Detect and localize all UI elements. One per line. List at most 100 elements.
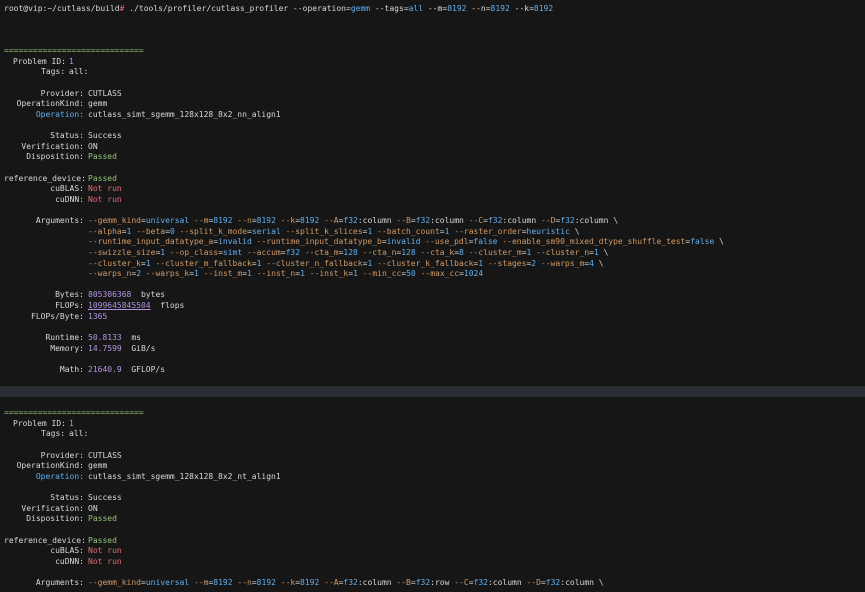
arg-flag: --cluster_m <box>468 247 522 257</box>
prompt-user-host: root@vip <box>4 4 43 13</box>
argument-line: --gemm_kind=universal --m=8192 --n=8192 … <box>88 578 604 589</box>
line-continuation: \ <box>603 247 609 257</box>
cublas-label: cuBLAS: <box>50 184 84 194</box>
verification-text: ON <box>88 503 98 513</box>
verification-label: Verification: <box>21 141 84 151</box>
disposition-text: Passed <box>88 514 117 524</box>
arg-flag: --B <box>396 216 411 226</box>
arg-layout: :column <box>357 216 392 226</box>
disposition-text: Passed <box>88 152 117 162</box>
arg-value: universal <box>145 578 190 588</box>
memory-unit: GiB/s <box>121 343 156 353</box>
cudnn-value: Not run <box>88 195 122 206</box>
reference-device-value: Passed <box>88 535 117 545</box>
arg-flag: --C <box>468 216 484 226</box>
arg-value: invalid <box>218 237 252 247</box>
flops-text: 1099645845504 <box>88 301 151 311</box>
arg-value: f32 <box>343 578 358 588</box>
memory-label: Memory: <box>50 343 84 353</box>
problem-id-label: Problem ID: <box>13 418 66 428</box>
flops-unit: flops <box>150 301 185 311</box>
command-value: gemm <box>350 4 371 13</box>
arg-flag: --cta_n <box>362 247 397 257</box>
arg-value: 8192 <box>256 578 276 588</box>
operation-text: cutlass_simt_sgemm_128x128_8x2_nn_align1 <box>88 109 281 119</box>
command-value: 8192 <box>533 4 554 13</box>
arg-value: 8192 <box>256 216 276 226</box>
prompt-path: ~/cutlass/build <box>47 4 120 13</box>
command-value: all <box>408 4 424 13</box>
separator: ============================= <box>4 46 144 57</box>
arg-layout: :column <box>560 578 594 588</box>
cublas-text: Not run <box>88 546 122 556</box>
highlighted-empty-row <box>0 386 865 397</box>
arg-flag: --A <box>324 216 339 226</box>
arg-flag: --runtime_input_datatype_b <box>256 237 382 247</box>
arg-layout: :column <box>574 216 609 226</box>
bytes-label: Bytes: <box>55 290 84 300</box>
arg-layout: :column <box>357 578 392 588</box>
reference-device-label: reference_device: <box>4 535 86 545</box>
tags-label: Tags: <box>41 67 66 77</box>
operation-label: Operation: <box>35 471 84 481</box>
bytes-text: 805306368 <box>88 290 132 300</box>
cublas-text: Not run <box>88 184 122 194</box>
arg-value: f32 <box>473 578 488 588</box>
arg-flag: --D <box>540 216 556 226</box>
arg-flag: --runtime_input_datatype_a <box>88 237 214 247</box>
prompt-line: root@vip:~/cutlass/build# ./tools/profil… <box>4 4 553 15</box>
arg-flag: --use_pdl <box>425 237 469 247</box>
flops-per-byte-value: 1365 <box>88 312 107 323</box>
arg-flag: --stages <box>487 258 527 268</box>
arg-value: 1024 <box>463 269 484 279</box>
arg-flag: --n <box>237 216 252 226</box>
line-continuation: \ <box>598 578 604 588</box>
arg-flag: --warps_n <box>88 269 132 279</box>
cublas-value: Not run <box>88 184 122 195</box>
operation-value: cutlass_simt_sgemm_128x128_8x2_nn_align1 <box>88 110 281 121</box>
problem-id-value: 1 <box>69 56 74 66</box>
tags-label: Tags: <box>41 429 66 439</box>
arg-flag: --enable_sm90_mixed_dtype_shuffle_test <box>502 237 686 247</box>
argument-line: --alpha=1 --beta=0 --split_k_mode=serial… <box>88 227 580 238</box>
arg-flag: --warps_k <box>145 269 190 279</box>
command-flag: --k <box>509 4 530 13</box>
arg-flag: --inst_n <box>256 269 296 279</box>
command-value: 8192 <box>447 4 467 13</box>
arg-flag: --inst_k <box>309 269 349 279</box>
math-label: Math: <box>59 364 84 374</box>
arg-flag: --k <box>280 216 296 226</box>
arg-flag: --B <box>396 578 411 588</box>
operation-text: cutlass_simt_sgemm_128x128_8x2_nt_align1 <box>88 471 281 481</box>
problem-id-value: 1 <box>69 418 74 428</box>
flops-label: FLOPs: <box>55 301 84 311</box>
disposition-label: Disposition: <box>26 514 84 524</box>
reference-device-value: Passed <box>88 173 117 183</box>
argument-line: --warps_n=2 --warps_k=1 --inst_m=1 --ins… <box>88 269 483 280</box>
status-text: Success <box>88 131 122 141</box>
arg-flag: --k <box>280 578 296 588</box>
flops-per-byte-label: FLOPs/Byte: <box>31 311 84 321</box>
math-value: 21640.9 GFLOP/s <box>88 365 165 376</box>
arg-layout: :column <box>487 578 522 588</box>
command-name: ./tools/profiler/cutlass_profiler <box>124 4 289 13</box>
verification-value: ON <box>88 142 98 153</box>
arg-value: 8192 <box>300 216 320 226</box>
arg-flag: --cta_m <box>304 247 339 257</box>
provider-text: CUTLASS <box>88 450 122 460</box>
arg-value: heuristic <box>526 226 570 236</box>
bytes-unit: bytes <box>131 290 166 300</box>
status-text: Success <box>88 493 122 503</box>
arg-flag: --swizzle_size <box>88 247 156 257</box>
arg-flag: --cluster_n_fallback <box>266 258 363 268</box>
runtime-text: 50.8133 <box>88 333 122 342</box>
operation-kind-text: gemm <box>88 461 108 471</box>
command-flag: --tags <box>370 4 404 13</box>
arg-value: invalid <box>386 237 421 247</box>
arg-flag: --gemm_kind <box>88 578 141 588</box>
math-unit: GFLOP/s <box>121 364 166 374</box>
operation-kind-text: gemm <box>88 99 108 109</box>
terminal-window[interactable]: root@vip:~/cutlass/build# ./tools/profil… <box>0 0 865 592</box>
arg-value: 8192 <box>300 578 320 588</box>
cudnn-value: Not run <box>88 557 122 568</box>
